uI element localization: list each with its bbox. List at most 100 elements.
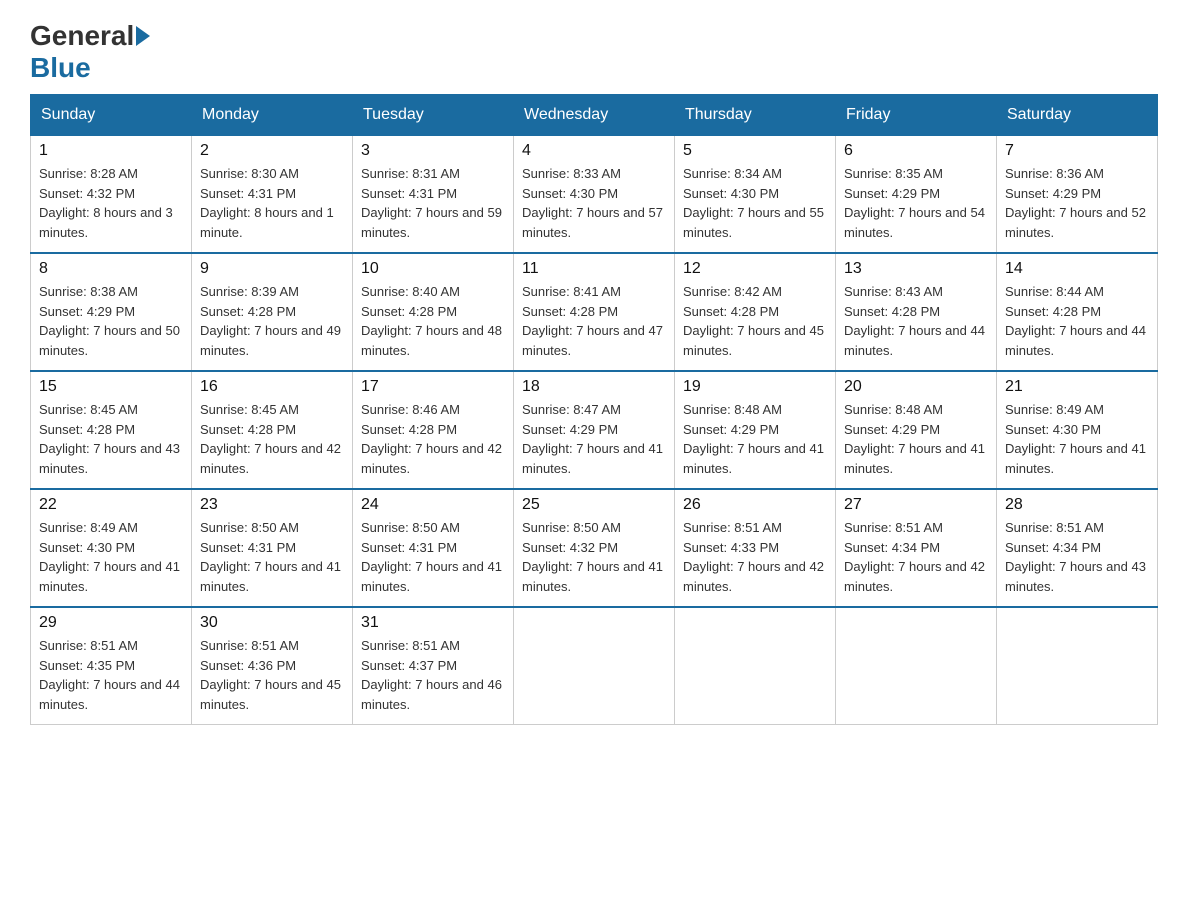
logo: General Blue bbox=[30, 20, 152, 84]
calendar-week-row: 22 Sunrise: 8:49 AMSunset: 4:30 PMDaylig… bbox=[31, 489, 1158, 607]
calendar-cell: 7 Sunrise: 8:36 AMSunset: 4:29 PMDayligh… bbox=[997, 135, 1158, 253]
page-header: General Blue bbox=[30, 20, 1158, 84]
day-number: 19 bbox=[683, 378, 827, 396]
day-info: Sunrise: 8:51 AMSunset: 4:34 PMDaylight:… bbox=[1005, 520, 1146, 594]
calendar-cell: 2 Sunrise: 8:30 AMSunset: 4:31 PMDayligh… bbox=[192, 135, 353, 253]
day-info: Sunrise: 8:50 AMSunset: 4:32 PMDaylight:… bbox=[522, 520, 663, 594]
day-info: Sunrise: 8:48 AMSunset: 4:29 PMDaylight:… bbox=[683, 402, 824, 476]
calendar-cell: 4 Sunrise: 8:33 AMSunset: 4:30 PMDayligh… bbox=[514, 135, 675, 253]
day-info: Sunrise: 8:51 AMSunset: 4:36 PMDaylight:… bbox=[200, 638, 341, 712]
calendar-week-row: 8 Sunrise: 8:38 AMSunset: 4:29 PMDayligh… bbox=[31, 253, 1158, 371]
day-info: Sunrise: 8:49 AMSunset: 4:30 PMDaylight:… bbox=[1005, 402, 1146, 476]
calendar-week-row: 29 Sunrise: 8:51 AMSunset: 4:35 PMDaylig… bbox=[31, 607, 1158, 725]
day-number: 14 bbox=[1005, 260, 1149, 278]
weekday-header-sunday: Sunday bbox=[31, 95, 192, 135]
calendar-cell bbox=[997, 607, 1158, 725]
calendar-cell: 19 Sunrise: 8:48 AMSunset: 4:29 PMDaylig… bbox=[675, 371, 836, 489]
calendar-cell: 8 Sunrise: 8:38 AMSunset: 4:29 PMDayligh… bbox=[31, 253, 192, 371]
logo-blue-text: Blue bbox=[30, 52, 91, 84]
day-number: 28 bbox=[1005, 496, 1149, 514]
day-number: 21 bbox=[1005, 378, 1149, 396]
day-info: Sunrise: 8:43 AMSunset: 4:28 PMDaylight:… bbox=[844, 284, 985, 358]
calendar-cell: 20 Sunrise: 8:48 AMSunset: 4:29 PMDaylig… bbox=[836, 371, 997, 489]
day-number: 11 bbox=[522, 260, 666, 278]
day-info: Sunrise: 8:44 AMSunset: 4:28 PMDaylight:… bbox=[1005, 284, 1146, 358]
day-info: Sunrise: 8:50 AMSunset: 4:31 PMDaylight:… bbox=[200, 520, 341, 594]
day-info: Sunrise: 8:35 AMSunset: 4:29 PMDaylight:… bbox=[844, 166, 985, 240]
day-info: Sunrise: 8:30 AMSunset: 4:31 PMDaylight:… bbox=[200, 166, 334, 240]
day-number: 3 bbox=[361, 142, 505, 160]
calendar-cell: 9 Sunrise: 8:39 AMSunset: 4:28 PMDayligh… bbox=[192, 253, 353, 371]
day-info: Sunrise: 8:50 AMSunset: 4:31 PMDaylight:… bbox=[361, 520, 502, 594]
calendar-cell: 27 Sunrise: 8:51 AMSunset: 4:34 PMDaylig… bbox=[836, 489, 997, 607]
calendar-week-row: 15 Sunrise: 8:45 AMSunset: 4:28 PMDaylig… bbox=[31, 371, 1158, 489]
day-info: Sunrise: 8:42 AMSunset: 4:28 PMDaylight:… bbox=[683, 284, 824, 358]
day-info: Sunrise: 8:28 AMSunset: 4:32 PMDaylight:… bbox=[39, 166, 173, 240]
day-info: Sunrise: 8:40 AMSunset: 4:28 PMDaylight:… bbox=[361, 284, 502, 358]
day-info: Sunrise: 8:51 AMSunset: 4:35 PMDaylight:… bbox=[39, 638, 180, 712]
calendar-cell: 22 Sunrise: 8:49 AMSunset: 4:30 PMDaylig… bbox=[31, 489, 192, 607]
calendar-cell: 21 Sunrise: 8:49 AMSunset: 4:30 PMDaylig… bbox=[997, 371, 1158, 489]
day-number: 12 bbox=[683, 260, 827, 278]
calendar-cell: 24 Sunrise: 8:50 AMSunset: 4:31 PMDaylig… bbox=[353, 489, 514, 607]
weekday-header-wednesday: Wednesday bbox=[514, 95, 675, 135]
calendar-cell: 30 Sunrise: 8:51 AMSunset: 4:36 PMDaylig… bbox=[192, 607, 353, 725]
day-info: Sunrise: 8:49 AMSunset: 4:30 PMDaylight:… bbox=[39, 520, 180, 594]
calendar-cell: 25 Sunrise: 8:50 AMSunset: 4:32 PMDaylig… bbox=[514, 489, 675, 607]
day-number: 29 bbox=[39, 614, 183, 632]
day-number: 10 bbox=[361, 260, 505, 278]
day-info: Sunrise: 8:41 AMSunset: 4:28 PMDaylight:… bbox=[522, 284, 663, 358]
day-info: Sunrise: 8:34 AMSunset: 4:30 PMDaylight:… bbox=[683, 166, 824, 240]
day-info: Sunrise: 8:48 AMSunset: 4:29 PMDaylight:… bbox=[844, 402, 985, 476]
calendar-cell: 31 Sunrise: 8:51 AMSunset: 4:37 PMDaylig… bbox=[353, 607, 514, 725]
day-number: 15 bbox=[39, 378, 183, 396]
day-number: 13 bbox=[844, 260, 988, 278]
calendar-cell: 3 Sunrise: 8:31 AMSunset: 4:31 PMDayligh… bbox=[353, 135, 514, 253]
logo-arrow-icon bbox=[136, 26, 150, 46]
day-info: Sunrise: 8:51 AMSunset: 4:33 PMDaylight:… bbox=[683, 520, 824, 594]
calendar-cell: 12 Sunrise: 8:42 AMSunset: 4:28 PMDaylig… bbox=[675, 253, 836, 371]
day-info: Sunrise: 8:46 AMSunset: 4:28 PMDaylight:… bbox=[361, 402, 502, 476]
calendar-table: SundayMondayTuesdayWednesdayThursdayFrid… bbox=[30, 94, 1158, 725]
day-number: 24 bbox=[361, 496, 505, 514]
day-number: 25 bbox=[522, 496, 666, 514]
calendar-cell: 26 Sunrise: 8:51 AMSunset: 4:33 PMDaylig… bbox=[675, 489, 836, 607]
day-number: 27 bbox=[844, 496, 988, 514]
day-number: 26 bbox=[683, 496, 827, 514]
day-info: Sunrise: 8:45 AMSunset: 4:28 PMDaylight:… bbox=[39, 402, 180, 476]
day-info: Sunrise: 8:33 AMSunset: 4:30 PMDaylight:… bbox=[522, 166, 663, 240]
logo-general-text: General bbox=[30, 20, 134, 52]
day-info: Sunrise: 8:38 AMSunset: 4:29 PMDaylight:… bbox=[39, 284, 180, 358]
day-info: Sunrise: 8:51 AMSunset: 4:34 PMDaylight:… bbox=[844, 520, 985, 594]
day-number: 22 bbox=[39, 496, 183, 514]
day-info: Sunrise: 8:31 AMSunset: 4:31 PMDaylight:… bbox=[361, 166, 502, 240]
weekday-header-friday: Friday bbox=[836, 95, 997, 135]
day-number: 16 bbox=[200, 378, 344, 396]
day-number: 9 bbox=[200, 260, 344, 278]
day-number: 31 bbox=[361, 614, 505, 632]
day-number: 4 bbox=[522, 142, 666, 160]
calendar-cell bbox=[514, 607, 675, 725]
day-number: 23 bbox=[200, 496, 344, 514]
calendar-cell: 5 Sunrise: 8:34 AMSunset: 4:30 PMDayligh… bbox=[675, 135, 836, 253]
calendar-cell: 10 Sunrise: 8:40 AMSunset: 4:28 PMDaylig… bbox=[353, 253, 514, 371]
day-number: 8 bbox=[39, 260, 183, 278]
calendar-cell: 23 Sunrise: 8:50 AMSunset: 4:31 PMDaylig… bbox=[192, 489, 353, 607]
day-number: 6 bbox=[844, 142, 988, 160]
weekday-header-monday: Monday bbox=[192, 95, 353, 135]
calendar-cell: 11 Sunrise: 8:41 AMSunset: 4:28 PMDaylig… bbox=[514, 253, 675, 371]
calendar-cell: 18 Sunrise: 8:47 AMSunset: 4:29 PMDaylig… bbox=[514, 371, 675, 489]
day-info: Sunrise: 8:47 AMSunset: 4:29 PMDaylight:… bbox=[522, 402, 663, 476]
calendar-cell: 1 Sunrise: 8:28 AMSunset: 4:32 PMDayligh… bbox=[31, 135, 192, 253]
weekday-header-saturday: Saturday bbox=[997, 95, 1158, 135]
day-number: 17 bbox=[361, 378, 505, 396]
calendar-cell: 14 Sunrise: 8:44 AMSunset: 4:28 PMDaylig… bbox=[997, 253, 1158, 371]
calendar-cell: 17 Sunrise: 8:46 AMSunset: 4:28 PMDaylig… bbox=[353, 371, 514, 489]
weekday-header-thursday: Thursday bbox=[675, 95, 836, 135]
calendar-week-row: 1 Sunrise: 8:28 AMSunset: 4:32 PMDayligh… bbox=[31, 135, 1158, 253]
day-number: 1 bbox=[39, 142, 183, 160]
day-number: 30 bbox=[200, 614, 344, 632]
calendar-cell bbox=[675, 607, 836, 725]
weekday-header-row: SundayMondayTuesdayWednesdayThursdayFrid… bbox=[31, 95, 1158, 135]
day-number: 20 bbox=[844, 378, 988, 396]
